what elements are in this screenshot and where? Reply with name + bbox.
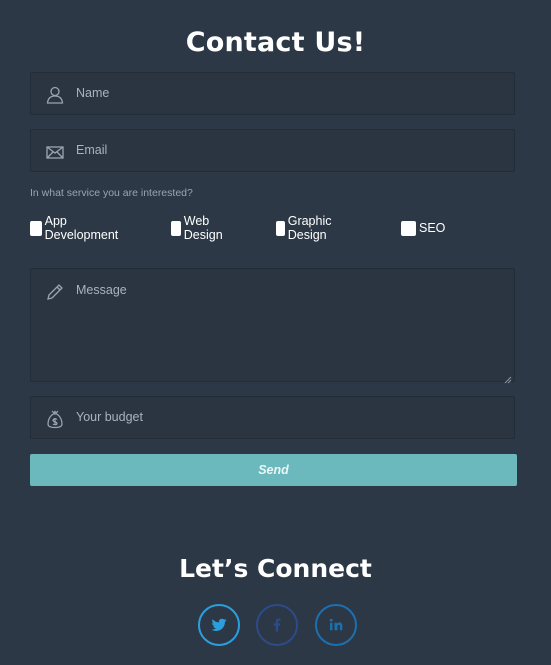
budget-field[interactable]: Your budget [30,396,515,439]
user-icon [45,85,65,105]
facebook-icon [268,616,286,634]
message-placeholder: Message [76,283,127,297]
checkbox[interactable] [276,220,285,236]
twitter-link[interactable] [198,604,240,646]
checkbox-web-design[interactable]: Web Design [171,214,228,242]
email-field[interactable]: Email [30,129,515,172]
budget-placeholder: Your budget [76,410,143,424]
twitter-icon [210,616,228,634]
checkbox[interactable] [171,220,181,236]
checkbox-label: SEO [419,221,446,235]
checkbox-app-development[interactable]: App Development [30,214,122,242]
connect-title: Let’s Connect [179,554,372,583]
send-button[interactable]: Send [30,454,517,486]
checkbox-label: Web Design [183,214,223,242]
checkbox[interactable] [401,220,416,236]
contact-title: Contact Us! [185,27,366,58]
checkbox-label: Graphic Design [287,214,332,242]
pencil-icon [45,282,65,302]
checkbox[interactable] [30,220,42,236]
linkedin-link[interactable] [315,604,357,646]
envelope-icon [45,142,65,162]
email-placeholder: Email [76,143,108,157]
checkbox-label: App Development [44,214,119,242]
facebook-link[interactable] [256,604,298,646]
message-field[interactable]: Message [30,268,515,384]
name-placeholder: Name [76,86,110,100]
linkedin-icon [327,616,345,634]
service-question: In what service you are interested? [30,187,193,199]
name-field[interactable]: Name [30,72,515,115]
checkbox-graphic-design[interactable]: Graphic Design [276,214,338,242]
resize-handle-icon[interactable] [504,371,512,384]
checkbox-seo[interactable]: SEO [401,219,445,237]
money-bag-icon [45,409,65,429]
